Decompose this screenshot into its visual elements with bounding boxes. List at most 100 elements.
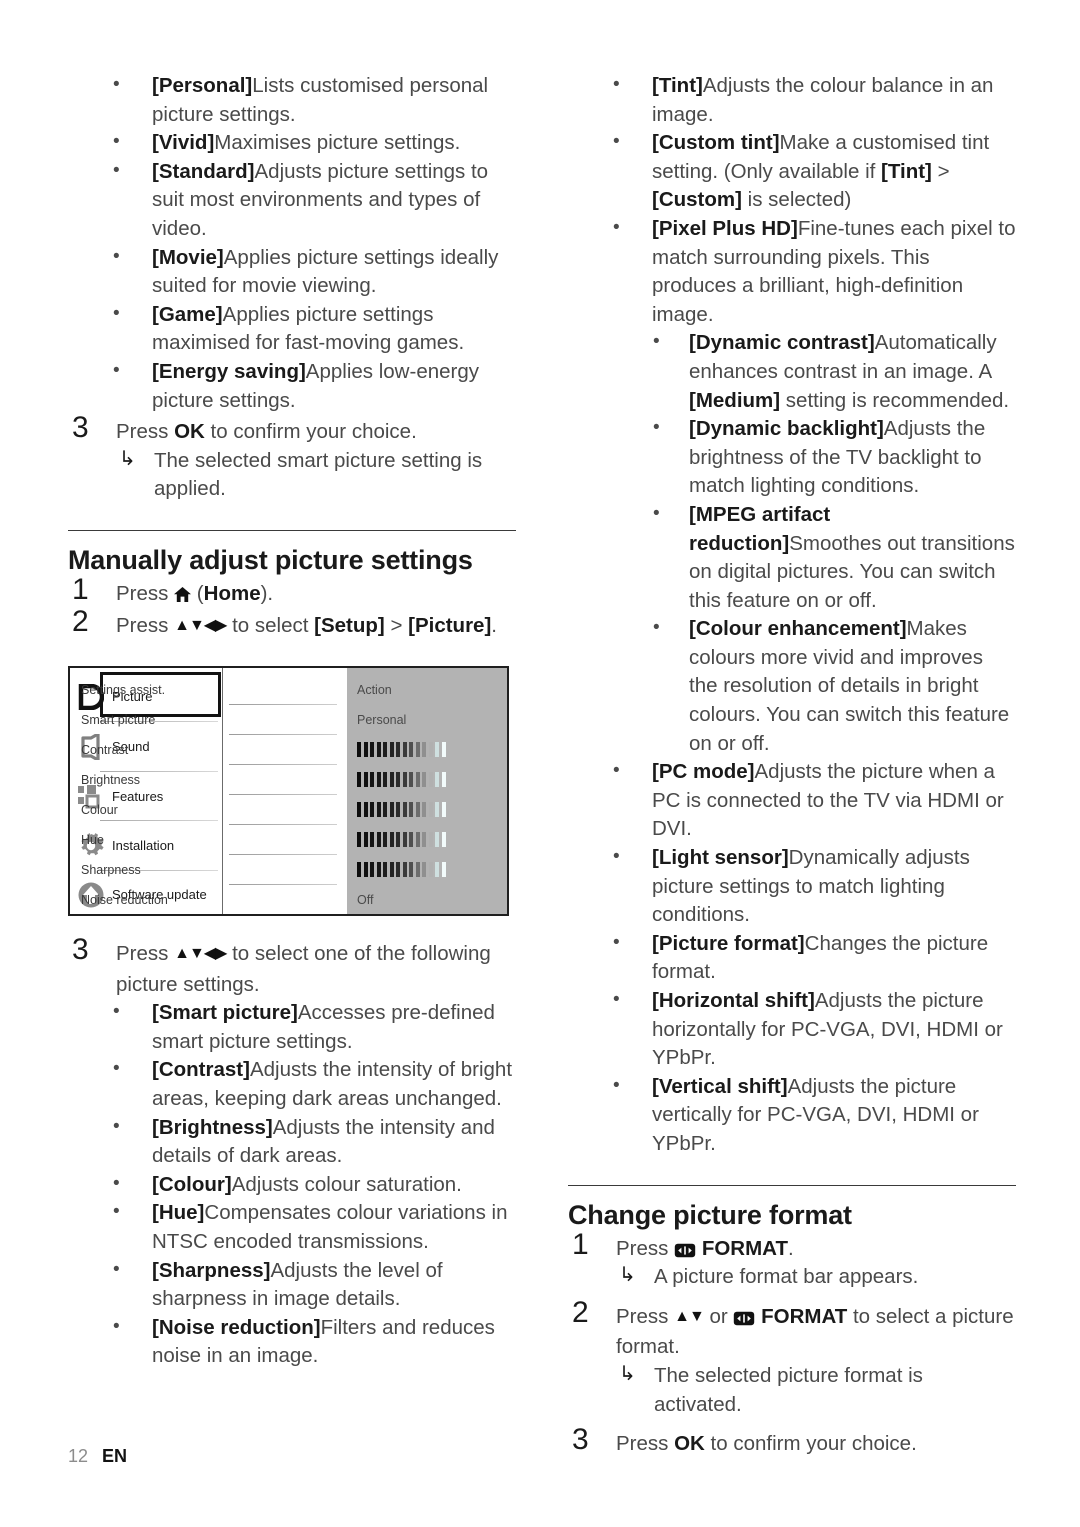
gauge-tick <box>441 832 446 848</box>
step-text-pre: Press <box>616 1304 675 1328</box>
gauge-tick <box>409 802 413 818</box>
step-text-pre: Press <box>116 581 175 605</box>
list-item: [Dynamic contrast]Automatically enhances… <box>613 328 1016 415</box>
gauge-tick <box>389 772 394 788</box>
gauge-tick <box>428 802 433 818</box>
left-column: [Personal]Lists customised personal pict… <box>68 71 516 1371</box>
setting-term: [Dynamic backlight] <box>689 417 884 441</box>
gauge-tick <box>409 862 413 878</box>
option-term: [Game] <box>152 302 223 326</box>
option-term: [Movie] <box>152 245 224 269</box>
step-text-or: or <box>703 1304 734 1328</box>
tv-setting-label: Settings assist. <box>81 682 166 697</box>
tv-gauge-brightness[interactable] <box>347 772 446 788</box>
format-icon <box>733 1311 755 1326</box>
gauge-tick <box>415 742 420 758</box>
list-item: [Smart picture]Accesses pre-defined smar… <box>68 998 516 1056</box>
setting-term: [Colour enhancement] <box>689 617 907 641</box>
setting-term: [Light sensor] <box>652 846 789 870</box>
setting-term: [Tint] <box>652 74 703 97</box>
gauge-tick <box>363 742 368 758</box>
gauge-tick <box>357 832 361 848</box>
tv-setting-row[interactable]: Settings assist. <box>70 675 194 704</box>
gauge-tick <box>428 772 433 788</box>
navigation-arrows-icon: ▲▼◀▶ <box>174 616 227 634</box>
gauge-tick <box>441 862 446 878</box>
gauge-tick <box>370 742 374 758</box>
gauge-tick <box>357 772 361 788</box>
list-item: [Movie]Applies picture settings ideally … <box>68 243 516 301</box>
ok-key-label: OK <box>174 420 205 444</box>
setting-term: [Brightness] <box>152 1115 273 1139</box>
step-number: 2 <box>72 604 89 638</box>
gauge-tick <box>422 862 426 878</box>
list-item: [Hue]Compensates colour variations in NT… <box>68 1198 516 1256</box>
setting-term: [Picture format] <box>652 931 805 955</box>
home-icon <box>174 586 192 602</box>
tv-value-row: Personal <box>347 705 507 734</box>
gauge-tick <box>389 802 394 818</box>
tv-value-row[interactable] <box>347 855 507 884</box>
pixel-plus-sub-list: [Dynamic contrast]Automatically enhances… <box>613 328 1016 758</box>
tv-value-row[interactable] <box>347 735 507 764</box>
gauge-tick <box>376 832 381 848</box>
tv-setting-label: Smart picture <box>81 712 156 727</box>
home-key-label: Home <box>203 581 261 605</box>
tv-setting-row[interactable]: Hue <box>70 825 194 854</box>
tint-key-ref: [Tint] <box>881 159 932 183</box>
gauge-tick <box>396 772 400 788</box>
format-key-label: FORMAT <box>761 1304 848 1328</box>
gauge-tick <box>389 862 394 878</box>
gauge-tick <box>435 862 439 878</box>
tv-value-row: Action <box>347 675 507 704</box>
navigation-arrows-icon: ▲▼ <box>674 1307 705 1325</box>
tv-setting-separator <box>229 704 337 706</box>
tv-gauge-sharpness[interactable] <box>347 862 446 878</box>
gauge-tick <box>402 862 407 878</box>
tv-setting-row[interactable]: Contrast <box>70 735 194 764</box>
setting-term: [Sharpness] <box>152 1258 271 1282</box>
tv-gauge-colour[interactable] <box>347 802 446 818</box>
page-language: EN <box>102 1446 128 1466</box>
step-text-pre: Press <box>616 1236 675 1260</box>
tv-setting-row[interactable]: Brightness <box>70 765 194 794</box>
gauge-tick <box>363 832 368 848</box>
list-item: [MPEG artifact reduction]Smoothes out tr… <box>613 500 1016 615</box>
step-3-select-picture-setting: 3 Press ▲▼◀▶ to select one of the follow… <box>68 933 516 999</box>
tv-value-row[interactable] <box>347 795 507 824</box>
gauge-tick <box>409 742 413 758</box>
gauge-tick <box>428 862 433 878</box>
tv-setting-row[interactable]: Colour <box>70 795 194 824</box>
picture-settings-tail-list: [PC mode]Adjusts the picture when a PC i… <box>568 757 1016 1158</box>
step-result: The selected picture format is activated… <box>616 1360 1016 1419</box>
list-item: [Pixel Plus HD]Fine-tunes each pixel to … <box>568 214 1016 329</box>
setting-term: [Hue] <box>152 1201 205 1225</box>
section-divider <box>68 529 516 531</box>
setting-term: [PC mode] <box>652 760 755 784</box>
list-item: [Horizontal shift]Adjusts the picture ho… <box>568 986 1016 1073</box>
gauge-tick <box>428 832 433 848</box>
list-item: [Custom tint]Make a customised tint sett… <box>568 128 1016 215</box>
tv-setting-separator <box>229 884 337 886</box>
tv-setting-row[interactable]: Sharpness <box>70 855 194 884</box>
tv-value-row: Off <box>347 885 507 914</box>
list-item: [Colour]Adjusts colour saturation. <box>68 1170 516 1200</box>
gauge-tick <box>415 802 420 818</box>
ok-key-label: OK <box>674 1432 705 1456</box>
format-step-2: 2 Press ▲▼ or FORMAT to select a picture… <box>568 1296 1016 1419</box>
step-text-pre: Press <box>116 942 175 966</box>
step-result: The selected smart picture setting is ap… <box>116 445 516 504</box>
tv-setting-row[interactable]: Noise reduction <box>70 885 194 914</box>
tv-value-row[interactable] <box>347 825 507 854</box>
list-item: [Colour enhancement]Makes colours more v… <box>613 614 1016 758</box>
tv-setting-row[interactable]: Smart picture <box>70 705 194 734</box>
page-number: 12 <box>68 1446 89 1466</box>
tv-gauge-contrast[interactable] <box>347 742 446 758</box>
setting-desc-tail: setting is recommended. <box>780 388 1010 412</box>
tv-value-row[interactable] <box>347 765 507 794</box>
step-3-confirm: 3 Press OK to confirm your choice. The s… <box>68 411 516 504</box>
gauge-tick <box>396 802 400 818</box>
gauge-tick <box>402 832 407 848</box>
tv-gauge-hue[interactable] <box>347 832 446 848</box>
gauge-tick <box>409 772 413 788</box>
